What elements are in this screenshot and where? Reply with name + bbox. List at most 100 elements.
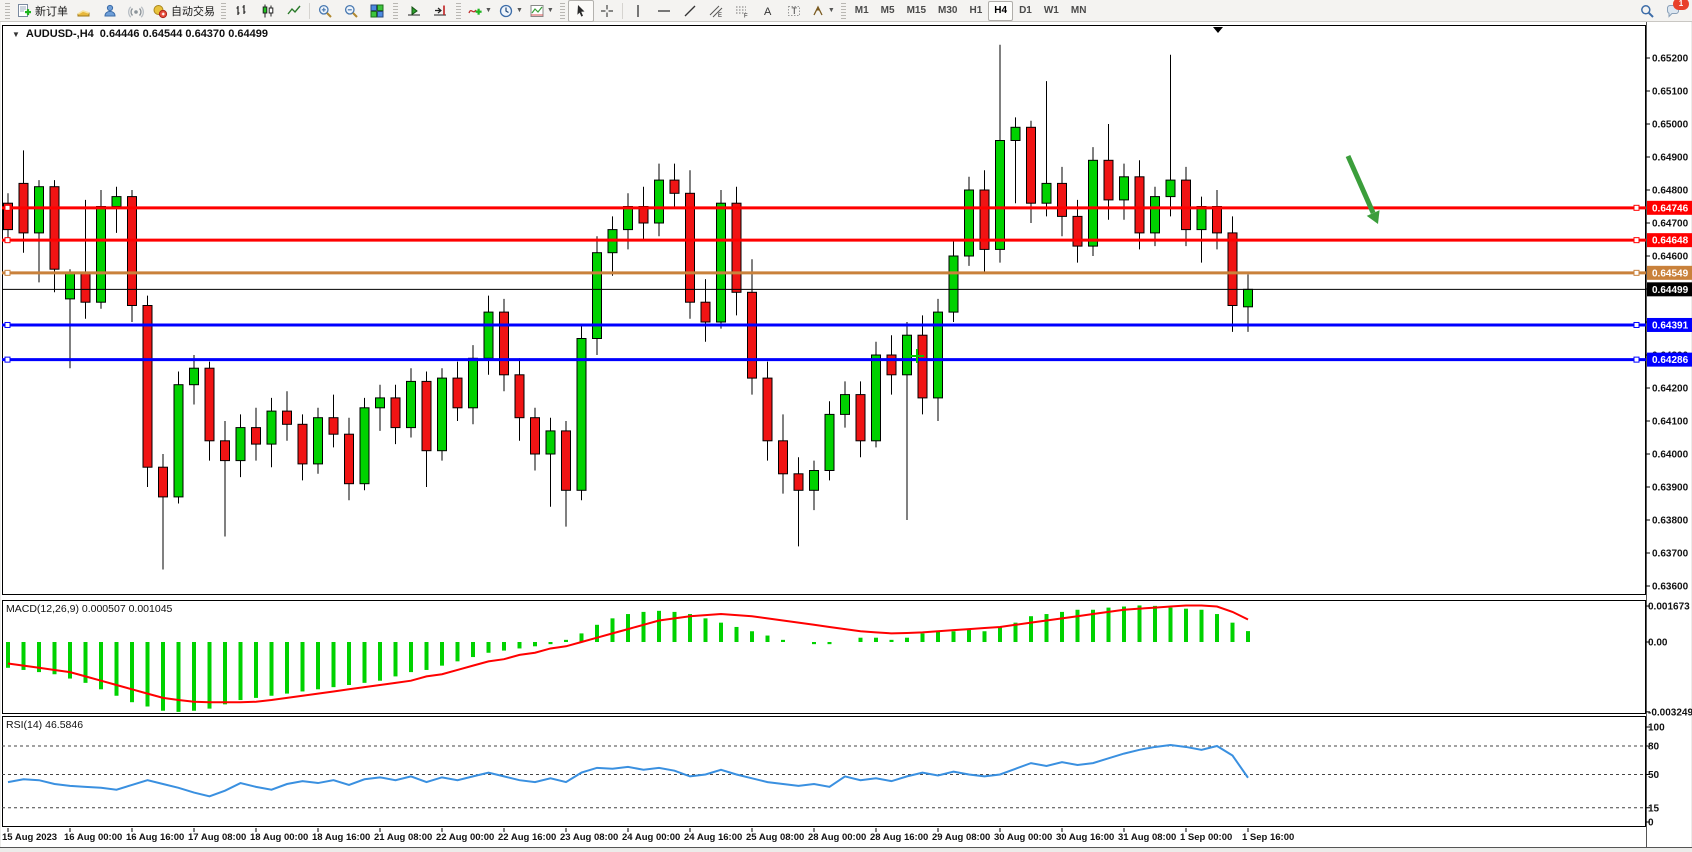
price-axis-tick: 0.64200 [1652, 384, 1689, 395]
arrows-icon [810, 3, 826, 19]
text-button[interactable]: A [755, 0, 781, 22]
chart-window: 0.652000.651000.650000.649000.648000.647… [0, 22, 1692, 852]
candle-down [732, 203, 741, 292]
line-handle[interactable] [1634, 322, 1639, 327]
line-handle[interactable] [5, 322, 10, 327]
line-handle[interactable] [1634, 357, 1639, 362]
timeframe-h4[interactable]: H4 [988, 1, 1013, 21]
candlestick-chart-button[interactable] [255, 0, 281, 22]
text-label-icon: T [786, 3, 802, 19]
bar-chart-icon [234, 3, 250, 19]
arrows-button[interactable]: ▼ [807, 0, 838, 22]
price-axis-tick: 0.65100 [1652, 87, 1689, 98]
time-axis-label: 28 Aug 00:00 [808, 832, 866, 843]
equidistant-channel-button[interactable]: E [703, 0, 729, 22]
chart-shift-button[interactable] [427, 0, 453, 22]
crosshair-icon [599, 3, 615, 19]
timeframe-d1[interactable]: D1 [1013, 1, 1038, 21]
price-level-tag-text: 0.64286 [1652, 355, 1689, 366]
zoom-out-icon [343, 3, 359, 19]
time-axis-label: 16 Aug 16:00 [126, 832, 184, 843]
price-axis-tick: 0.63800 [1652, 516, 1689, 527]
candle-up [624, 207, 633, 230]
candle-up [190, 368, 199, 385]
periods-button[interactable]: ▼ [495, 0, 526, 22]
candle-down [1027, 127, 1036, 203]
tile-windows-button[interactable] [364, 0, 390, 22]
toolbar-grip[interactable] [393, 3, 398, 19]
price-axis-tick: 0.64600 [1652, 252, 1689, 263]
templates-button[interactable]: ▼ [526, 0, 557, 22]
candle-up [996, 141, 1005, 250]
templates-icon [529, 3, 545, 19]
line-handle[interactable] [1634, 270, 1639, 275]
indicators-button[interactable]: ▼ [464, 0, 495, 22]
macd-axis-tick: -0.003249 [1648, 707, 1692, 718]
toolbar-grip[interactable] [221, 3, 226, 19]
trendline-button[interactable] [677, 0, 703, 22]
candle-down [1104, 160, 1113, 200]
chat-button[interactable]: 1 [1660, 0, 1686, 22]
toolbar-grip[interactable] [841, 3, 846, 19]
timeframe-h1[interactable]: H1 [963, 1, 988, 21]
line-handle[interactable] [5, 205, 10, 210]
candle-up [314, 418, 323, 464]
fibonacci-button[interactable]: F [729, 0, 755, 22]
toolbar-grip[interactable] [456, 3, 461, 19]
chevron-down-icon: ▼ [485, 7, 492, 14]
timeframe-mn[interactable]: MN [1065, 1, 1093, 21]
candle-up [1042, 183, 1051, 203]
candle-down [856, 395, 865, 441]
candle-down [515, 375, 524, 418]
zoom-out-button[interactable] [338, 0, 364, 22]
candle-down [887, 355, 896, 375]
toolbar-grip[interactable] [5, 3, 10, 19]
horizontal-line-button[interactable] [651, 0, 677, 22]
autotrading-button[interactable]: 自动交易 [149, 0, 218, 22]
chart-canvas[interactable]: 0.652000.651000.650000.649000.648000.647… [0, 22, 1692, 852]
line-handle[interactable] [5, 357, 10, 362]
toolbar-grip[interactable] [560, 3, 565, 19]
equidistant-channel-icon: E [708, 3, 724, 19]
zoom-in-button[interactable] [312, 0, 338, 22]
time-axis-label: 1 Sep 16:00 [1242, 832, 1294, 843]
timeframe-w1[interactable]: W1 [1038, 1, 1065, 21]
search-button[interactable] [1634, 0, 1660, 22]
timeframe-m15[interactable]: M15 [901, 1, 932, 21]
candle-down [298, 424, 307, 464]
bid-price-tag-text: 0.64499 [1652, 285, 1689, 296]
line-handle[interactable] [1634, 238, 1639, 243]
price-axis-tick: 0.64900 [1652, 153, 1689, 164]
line-handle[interactable] [5, 238, 10, 243]
bar-chart-button[interactable] [229, 0, 255, 22]
line-handle[interactable] [1634, 205, 1639, 210]
time-axis-label: 25 Aug 08:00 [746, 832, 804, 843]
timeframe-m30[interactable]: M30 [932, 1, 963, 21]
candle-down [143, 306, 152, 468]
timeframe-m1[interactable]: M1 [849, 1, 875, 21]
auto-scroll-button[interactable] [401, 0, 427, 22]
new-order-button[interactable]: 新订单 [13, 0, 71, 22]
price-level-tag-text: 0.64549 [1652, 268, 1689, 279]
text-label-button[interactable]: T [781, 0, 807, 22]
signals-button[interactable] [123, 0, 149, 22]
candle-up [577, 339, 586, 491]
svg-text:F: F [744, 13, 748, 19]
trading-terminal: 新订单 自动交易 ▼ ▼ ▼ E F A T [0, 0, 1692, 852]
line-chart-button[interactable] [281, 0, 307, 22]
candle-down [159, 467, 168, 497]
market-watch-button[interactable] [71, 0, 97, 22]
navigator-button[interactable] [97, 0, 123, 22]
timeframe-m5[interactable]: M5 [875, 1, 901, 21]
tile-windows-icon [369, 3, 385, 19]
line-chart-icon [286, 3, 302, 19]
vertical-line-button[interactable] [625, 0, 651, 22]
candlestick-chart-icon [260, 3, 276, 19]
candle-down [391, 398, 400, 428]
line-handle[interactable] [5, 270, 10, 275]
crosshair-button[interactable] [594, 0, 620, 22]
rsi-axis-tick: 50 [1648, 770, 1660, 781]
navigator-icon [102, 3, 118, 19]
cursor-button[interactable] [568, 0, 594, 22]
chevron-down-icon: ▼ [547, 7, 554, 14]
